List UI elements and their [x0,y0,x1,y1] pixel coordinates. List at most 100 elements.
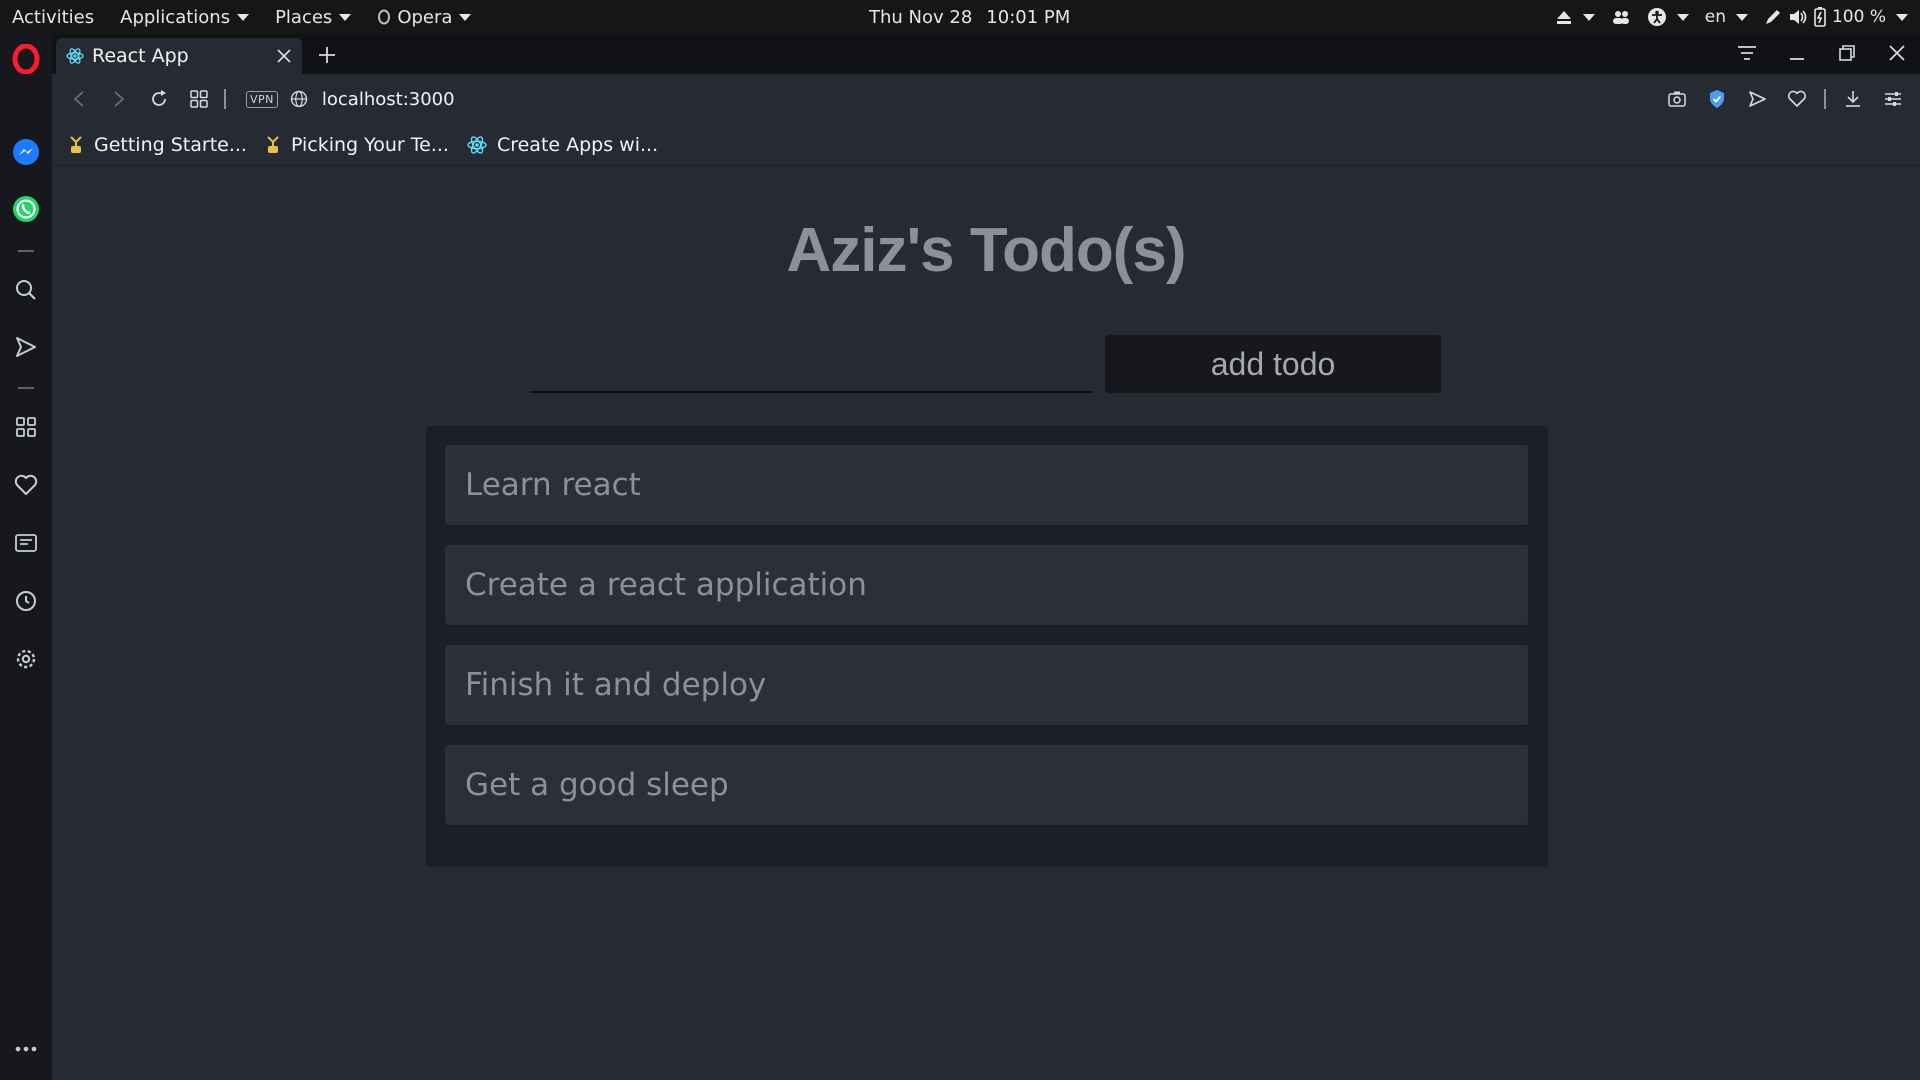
heart-icon[interactable] [11,470,41,500]
eject-icon [1555,9,1573,25]
forward-arrow-icon [114,91,125,107]
volume-icon [1788,8,1808,26]
ad-blocker-button[interactable] [1704,86,1730,112]
bookmark-item[interactable]: Getting Starte... [68,134,247,156]
messenger-icon[interactable] [11,137,41,167]
search-icon[interactable] [11,275,41,305]
send-page-button[interactable] [1744,86,1770,112]
snapshot-button[interactable] [1664,86,1690,112]
add-todo-button[interactable]: add todo [1105,335,1441,393]
plus-icon [319,47,335,63]
settings-gear-icon[interactable] [11,644,41,674]
people-indicator[interactable] [1611,9,1631,25]
language-menu[interactable]: en [1705,7,1748,27]
sidebar-divider [18,250,34,252]
chevron-down-icon [1676,13,1689,21]
vpn-badge[interactable]: VPN [246,90,278,108]
send-icon[interactable] [11,332,41,362]
forward-button[interactable] [106,86,132,112]
list-item[interactable]: Finish it and deploy [445,645,1528,725]
chevron-down-icon [237,13,250,21]
history-icon[interactable] [11,586,41,616]
bookmark-heart-button[interactable] [1784,86,1810,112]
react-logo-icon [66,47,84,65]
easy-setup-button[interactable] [1880,86,1906,112]
chevron-down-icon [339,13,352,21]
todo-list: Learn react Create a react application F… [426,426,1548,867]
status-menu[interactable]: 100 % [1764,7,1908,27]
news-icon[interactable] [11,528,41,558]
places-label: Places [275,6,333,28]
restore-button[interactable] [1834,40,1860,66]
downloads-button[interactable] [1840,86,1866,112]
tab-strip: React App [52,34,1920,74]
heart-icon [1787,90,1807,107]
todo-text: Learn react [465,467,641,503]
bookmark-favicon-icon [265,135,281,155]
whatsapp-icon[interactable] [11,194,41,224]
shield-icon [1710,90,1724,108]
send-icon [1749,91,1766,107]
window-controls [1734,40,1910,66]
chevron-down-icon [1735,13,1748,21]
react-logo-icon [467,135,487,155]
minimize-icon [1790,58,1804,60]
tab-react-app[interactable]: React App [56,38,302,74]
url-field[interactable]: localhost:3000 [322,89,455,110]
battery-icon [1814,7,1826,27]
toolbar-divider [224,89,226,109]
opera-app-menu[interactable]: Opera [365,0,485,34]
chevron-down-icon [459,13,472,21]
opera-small-icon [377,9,391,25]
todo-text: Create a react application [465,567,867,603]
chevron-down-icon [1896,13,1908,21]
tab-menu-icon [1738,46,1756,60]
list-item[interactable]: Get a good sleep [445,745,1528,825]
address-bar-actions [1664,86,1906,112]
clock-date: Thu Nov 28 [869,6,973,28]
tab-menu-button[interactable] [1734,40,1760,66]
activities-button[interactable]: Activities [0,0,108,34]
minimize-button[interactable] [1784,40,1810,66]
bookmarks-bar: Getting Starte... Picking Your Te... Cre… [52,124,1920,166]
sliders-icon [1885,92,1901,106]
close-window-button[interactable] [1884,40,1910,66]
eject-menu[interactable] [1555,9,1595,25]
globe-icon[interactable] [290,90,308,108]
people-icon [1611,9,1631,25]
system-tray: en 100 % [1555,0,1908,34]
opera-app-label: Opera [397,6,453,28]
bookmark-favicon-icon [68,135,84,155]
bookmark-label: Picking Your Te... [290,133,449,156]
speed-dial-icon[interactable] [11,412,41,442]
bookmark-label: Create Apps wi... [496,133,659,156]
back-button[interactable] [66,86,92,112]
tabs-overview-button[interactable] [186,86,212,112]
new-tab-button[interactable] [314,42,340,68]
chevron-down-icon [1582,13,1595,21]
download-icon [1846,91,1860,107]
bookmark-label: Getting Starte... [94,133,247,156]
places-menu[interactable]: Places [263,0,365,34]
page-title: Aziz's Todo(s) [786,216,1186,285]
list-item[interactable]: Create a react application [445,545,1528,625]
bookmark-item[interactable]: Create Apps wi... [467,134,658,156]
sidebar-divider [18,387,34,389]
reload-button[interactable] [146,86,172,112]
activities-label: Activities [12,6,95,28]
accessibility-menu[interactable] [1647,7,1689,27]
applications-menu[interactable]: Applications [108,0,263,34]
opera-sidebar [0,34,52,1080]
web-page: Aziz's Todo(s) add todo Learn react Crea… [52,167,1920,1080]
list-item[interactable]: Learn react [445,445,1528,525]
language-label: en [1704,7,1726,27]
todo-text: Finish it and deploy [465,667,767,703]
close-tab-icon[interactable] [276,48,292,64]
tab-title: React App [92,45,189,67]
system-top-bar: Activities Applications Places Opera Thu… [0,0,1920,34]
more-options-icon[interactable] [11,1034,41,1064]
bookmark-item[interactable]: Picking Your Te... [265,134,449,156]
todo-input[interactable] [530,335,1092,393]
opera-logo-icon[interactable] [11,44,41,74]
clock[interactable]: Thu Nov 28 10:01 PM [869,0,1070,34]
